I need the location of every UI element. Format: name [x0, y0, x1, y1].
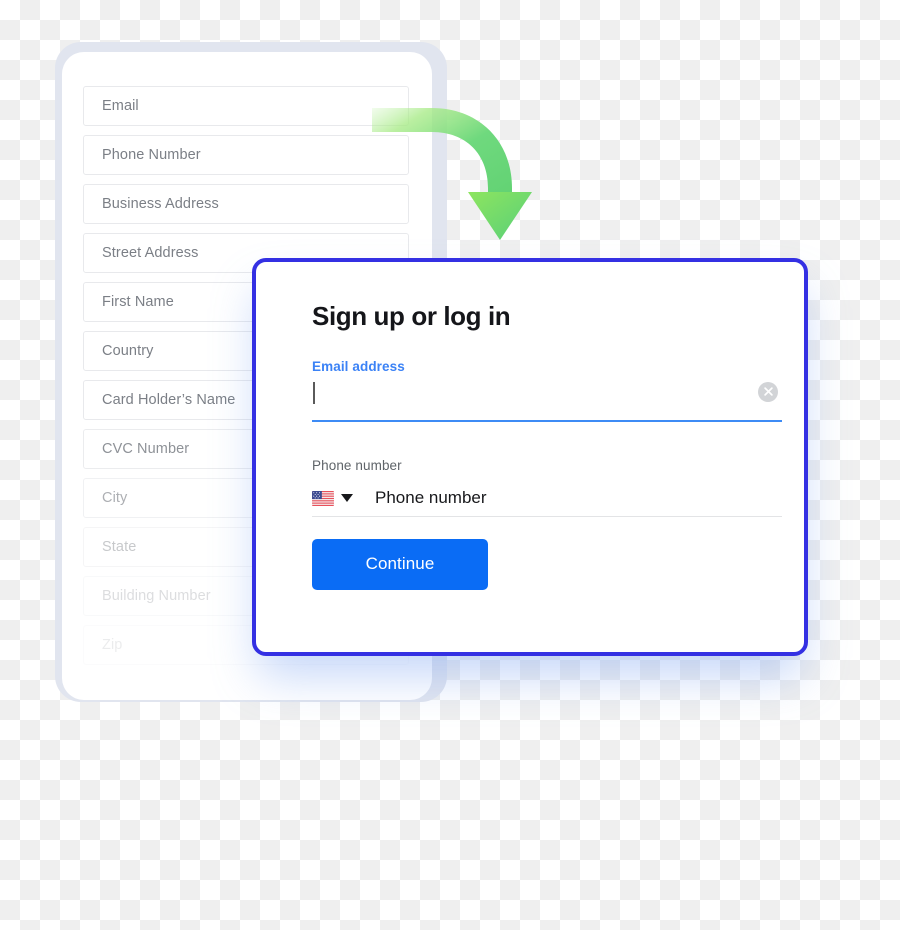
- email-label: Email address: [312, 358, 405, 374]
- continue-button[interactable]: Continue: [312, 538, 488, 590]
- form-field-label: First Name: [102, 294, 174, 310]
- form-field-label: Business Address: [102, 196, 219, 212]
- form-field-label: State: [102, 539, 137, 555]
- form-field-label: Phone Number: [102, 147, 201, 163]
- email-input-row[interactable]: [312, 381, 782, 422]
- phone-field-group: Phone number: [312, 458, 782, 517]
- form-field-label: Email: [102, 98, 139, 114]
- signup-card: Sign up or log in Email address Phone nu…: [252, 258, 808, 656]
- phone-input-row[interactable]: [312, 481, 782, 517]
- form-field-label: Country: [102, 343, 154, 359]
- form-field-label: Street Address: [102, 245, 199, 261]
- email-field-group: Email address: [312, 359, 782, 422]
- form-field-phone-number[interactable]: Phone Number: [83, 135, 409, 175]
- form-field-label: CVC Number: [102, 441, 190, 457]
- form-field-label: City: [102, 490, 128, 506]
- email-field[interactable]: [312, 381, 782, 408]
- us-flag-icon: [312, 490, 334, 506]
- form-field-business-address[interactable]: Business Address: [83, 184, 409, 224]
- page-title: Sign up or log in: [312, 301, 511, 331]
- phone-label: Phone number: [312, 457, 402, 473]
- form-field-email[interactable]: Email: [83, 86, 409, 126]
- phone-field[interactable]: [375, 488, 782, 509]
- country-code-selector[interactable]: [312, 490, 353, 506]
- close-circle-icon[interactable]: [758, 381, 778, 402]
- form-field-label: Card Holder’s Name: [102, 392, 236, 408]
- form-field-label: Building Number: [102, 588, 211, 604]
- text-caret: [313, 381, 315, 404]
- chevron-down-icon: [341, 494, 353, 503]
- form-field-label: Zip: [102, 637, 123, 653]
